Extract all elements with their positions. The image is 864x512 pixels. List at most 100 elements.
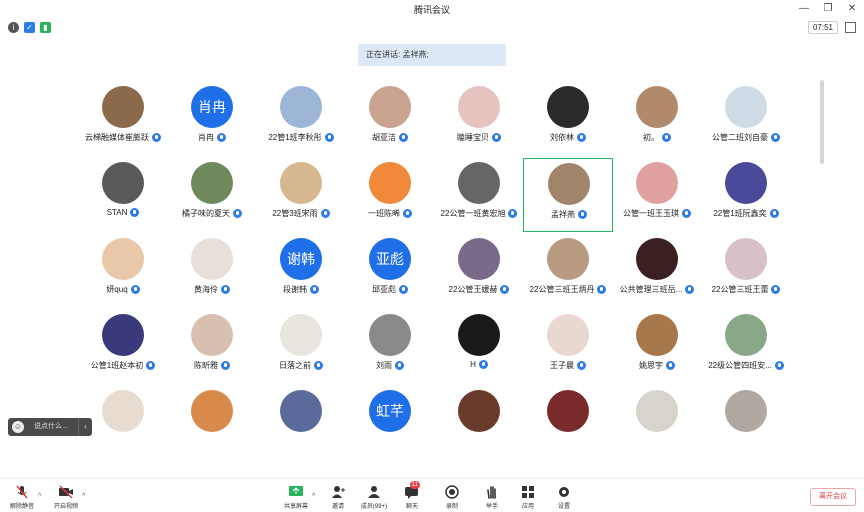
participant-tile[interactable]: 谢韩 段谢韩 — [256, 234, 346, 308]
mic-options-chevron-icon[interactable]: ^ — [38, 493, 41, 500]
shield-icon[interactable]: ✓ — [24, 22, 35, 33]
signal-icon[interactable]: ▮ — [40, 22, 51, 33]
participant-name-row: 初。 — [606, 132, 708, 143]
gear-icon — [556, 485, 572, 499]
fullscreen-icon[interactable] — [845, 22, 856, 33]
participant-tile[interactable]: H — [434, 310, 524, 384]
avatar — [458, 86, 500, 128]
emoji-icon[interactable]: ☺ — [12, 421, 24, 433]
record-icon — [444, 485, 460, 499]
participant-tile[interactable]: STAN — [78, 158, 168, 232]
participant-tile[interactable]: 日落之前 — [256, 310, 346, 384]
chat-button[interactable]: 11 聊天 — [394, 481, 430, 510]
participant-name-row: 刘雨 — [339, 360, 441, 371]
avatar — [280, 314, 322, 356]
settings-button[interactable]: 设置 — [546, 485, 582, 510]
collapse-chevron-icon[interactable]: ‹ — [78, 418, 92, 436]
mic-status-icon — [324, 133, 334, 142]
share-screen-button[interactable]: 共享屏幕 — [278, 485, 314, 510]
participant-tile[interactable]: 孟祥燕 — [523, 158, 613, 232]
participant-name-row: STAN — [78, 208, 174, 217]
participant-tile[interactable]: 黄海伶 — [167, 234, 257, 308]
participant-name: H — [470, 360, 476, 369]
participant-tile[interactable]: 22公管王媛赫 — [434, 234, 524, 308]
participant-tile[interactable]: 王子晨 — [523, 310, 613, 384]
minimize-icon[interactable]: — — [798, 2, 810, 16]
participant-tile[interactable]: 亚彪 邱亚彪 — [345, 234, 435, 308]
participant-tile[interactable]: 陈昕雅 — [167, 310, 257, 384]
share-screen-label: 共享屏幕 — [283, 504, 308, 510]
participant-name: 公共管理三班岳... — [619, 285, 683, 294]
mic-status-icon — [500, 285, 510, 294]
participant-tile[interactable]: 刘雨 — [345, 310, 435, 384]
participant-tile[interactable]: 肖冉 肖冉 — [167, 82, 257, 156]
participant-tile[interactable]: 22公管三班王炳丹 — [523, 234, 613, 308]
record-button[interactable]: 录制 — [434, 485, 470, 510]
maximize-icon[interactable]: ❐ — [822, 2, 834, 16]
participant-name: 公管一班王玉琪 — [623, 209, 679, 218]
participant-name-row: 邱亚彪 — [339, 284, 441, 295]
quick-chat-input[interactable]: ☺ 说点什么... ‹ — [8, 418, 92, 436]
avatar — [636, 390, 678, 432]
participant-grid: 云梯融媒体崔膨跃 肖冉 肖冉 22管1班李秋彤 胡亚洁 瞌睡宝贝 刘依林 初。 公管二班刘自豪 S… — [78, 82, 798, 436]
apps-button[interactable]: 应用 — [510, 485, 546, 510]
avatar — [280, 86, 322, 128]
participant-tile[interactable]: 公管1班赵本初 — [78, 310, 168, 384]
participant-tile[interactable] — [701, 386, 791, 436]
participant-tile[interactable] — [256, 386, 346, 436]
avatar — [280, 390, 322, 432]
participant-tile[interactable] — [523, 386, 613, 436]
meeting-toolbar: 解除静音 ^ 开启视频 ^ 共享屏幕 ^ 邀请 成员(99+) 11 聊天 录制… — [0, 478, 864, 512]
participant-name: 王子晨 — [550, 361, 574, 370]
share-options-chevron-icon[interactable]: ^ — [312, 493, 315, 500]
mic-status-icon — [577, 133, 586, 142]
start-video-button[interactable]: 开启视频 — [48, 485, 84, 510]
participant-tile[interactable]: 22管1班李秋彤 — [256, 82, 346, 156]
unmute-button[interactable]: 解除静音 — [4, 485, 40, 510]
participant-tile[interactable]: 一班陈晞 — [345, 158, 435, 232]
participant-tile[interactable]: 22管1班阮鑫奕 — [701, 158, 791, 232]
participant-tile[interactable]: 公管一班王玉琪 — [612, 158, 702, 232]
participant-name: 肖冉 — [198, 133, 214, 142]
close-icon[interactable]: ✕ — [846, 2, 858, 16]
mic-status-icon — [399, 133, 408, 142]
participant-tile[interactable]: 胡亚洁 — [345, 82, 435, 156]
mic-status-icon — [682, 209, 691, 218]
participant-name-row: 22公管一班黄宏旭 — [428, 208, 530, 219]
participant-name: 刘雨 — [376, 361, 392, 370]
avatar — [102, 86, 144, 128]
video-options-chevron-icon[interactable]: ^ — [82, 493, 85, 500]
participant-tile[interactable] — [434, 386, 524, 436]
participant-tile[interactable]: 公共管理三班岳... — [612, 234, 702, 308]
participant-tile[interactable]: 22公管一班黄宏旭 — [434, 158, 524, 232]
participant-tile[interactable]: 云梯融媒体崔膨跃 — [78, 82, 168, 156]
participant-tile[interactable]: 橘子味的夏天 — [167, 158, 257, 232]
participant-tile[interactable]: 公管二班刘自豪 — [701, 82, 791, 156]
mic-status-icon — [662, 133, 671, 142]
participant-tile[interactable]: 初。 — [612, 82, 702, 156]
invite-button[interactable]: 邀请 — [320, 485, 356, 510]
raise-hand-button[interactable]: 举手 — [474, 485, 510, 510]
participant-tile[interactable]: 22公管三班王蕾 — [701, 234, 791, 308]
participant-tile[interactable]: 22管3班宋雨 — [256, 158, 346, 232]
participant-name-row: 王子晨 — [517, 360, 619, 371]
participant-name-row: 公管二班刘自豪 — [695, 132, 797, 143]
grid-scrollbar[interactable] — [820, 80, 824, 164]
avatar — [547, 314, 589, 356]
participant-tile[interactable]: 妍quq — [78, 234, 168, 308]
members-button[interactable]: 成员(99+) — [356, 485, 392, 510]
camera-off-icon — [58, 485, 74, 499]
participant-tile[interactable] — [612, 386, 702, 436]
participant-name: 22公管三班王炳丹 — [529, 285, 595, 294]
participant-tile[interactable]: 刘依林 — [523, 82, 613, 156]
participant-tile[interactable] — [167, 386, 257, 436]
participant-name: 22公管王媛赫 — [448, 285, 498, 294]
info-icon[interactable]: i — [8, 22, 19, 33]
chat-unread-badge: 11 — [409, 481, 420, 489]
avatar — [725, 314, 767, 356]
participant-tile[interactable]: 瞌睡宝贝 — [434, 82, 524, 156]
participant-tile[interactable]: 22级公管四班安... — [701, 310, 791, 384]
leave-meeting-button[interactable]: 离开会议 — [810, 488, 856, 506]
participant-tile[interactable]: 虹芊 — [345, 386, 435, 436]
participant-tile[interactable]: 姚思宇 — [612, 310, 702, 384]
